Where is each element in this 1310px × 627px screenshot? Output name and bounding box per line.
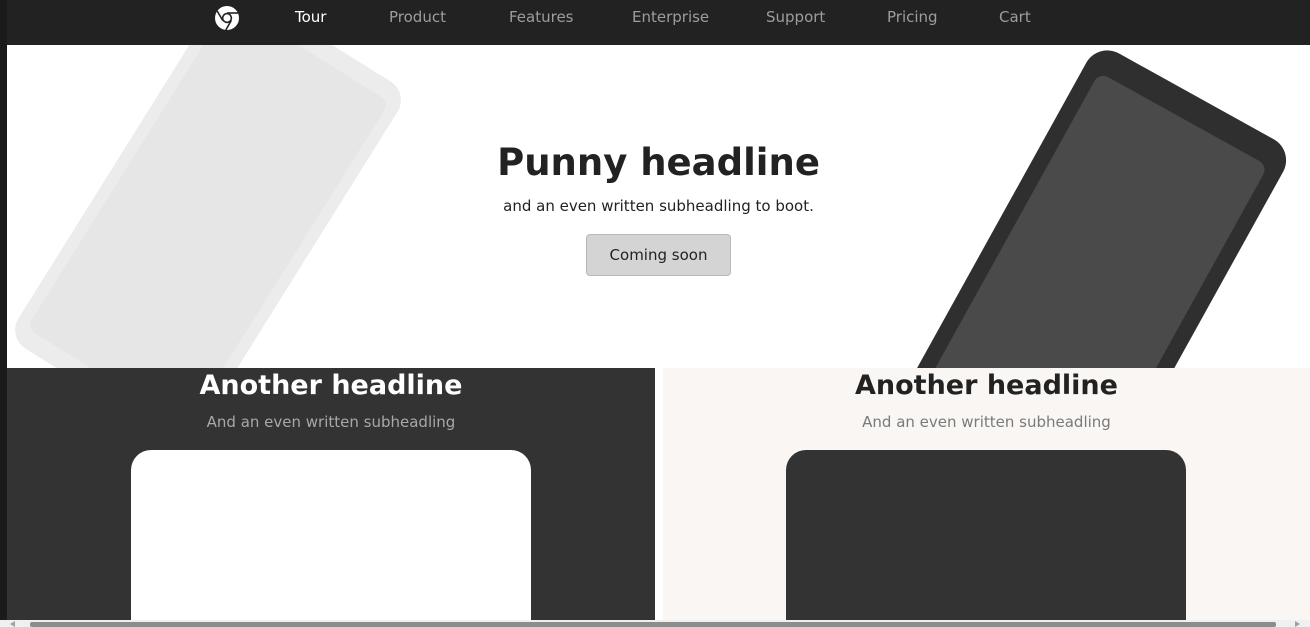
panel-subheadline: And an even written subheadling [862, 413, 1111, 431]
feature-panel-dark: Another headline And an even written sub… [7, 368, 655, 620]
panel-headline: Another headline [199, 370, 463, 401]
horizontal-scrollbar[interactable] [0, 620, 1310, 627]
nav-inner: Tour Product Features Enterprise Support… [7, 0, 1310, 45]
nav-item-enterprise[interactable]: Enterprise [632, 8, 709, 26]
nav-item-pricing[interactable]: Pricing [887, 8, 938, 26]
nav-item-product[interactable]: Product [389, 8, 446, 26]
nav-item-features[interactable]: Features [509, 8, 574, 26]
scroll-left-arrow-icon[interactable] [10, 621, 15, 627]
panel-subheadline: And an even written subheadling [206, 413, 456, 431]
panel-divider [655, 368, 663, 620]
device-illustration-dark [786, 450, 1186, 620]
chrome-logo-svg [215, 6, 239, 31]
nav-item-cart[interactable]: Cart [999, 8, 1031, 26]
panel-headline: Another headline [855, 370, 1118, 401]
chrome-logo-icon[interactable] [214, 5, 240, 31]
scroll-right-arrow-icon[interactable] [1295, 621, 1300, 627]
feature-panel-light: Another headline And an even written sub… [663, 368, 1310, 620]
hero-section: Punny headline and an even written subhe… [7, 45, 1310, 368]
device-illustration-white [131, 450, 531, 620]
nav-item-support[interactable]: Support [766, 8, 825, 26]
phone-screen-dark [920, 72, 1269, 368]
nav-item-tour[interactable]: Tour [295, 8, 326, 26]
hero-subheadline: and an even written subheadling to boot. [503, 197, 814, 215]
top-navbar: Tour Product Features Enterprise Support… [7, 0, 1310, 45]
scrollbar-thumb[interactable] [30, 622, 1276, 627]
page-frame: Tour Product Features Enterprise Support… [0, 0, 1310, 627]
coming-soon-button[interactable]: Coming soon [586, 234, 731, 276]
window-left-edge [0, 0, 7, 620]
hero-headline: Punny headline [497, 141, 820, 184]
